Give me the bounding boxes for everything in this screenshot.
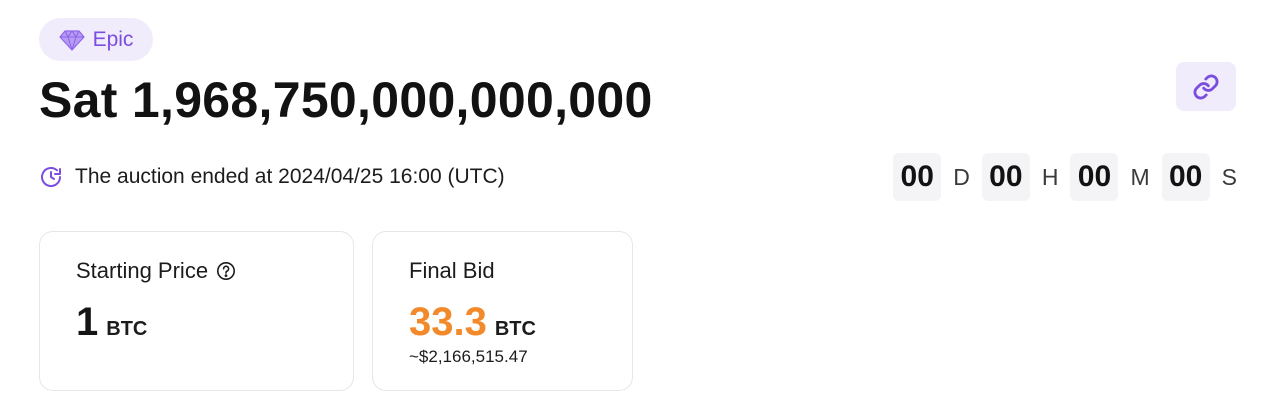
copy-link-button[interactable] [1176,62,1236,111]
countdown-minutes-unit: M [1130,163,1150,190]
countdown-seconds-unit: S [1221,163,1237,190]
clock-icon [39,165,63,189]
final-bid-usd: ~$2,166,515.47 [409,347,528,366]
link-icon [1192,73,1220,101]
countdown-days: 00 [893,153,942,201]
starting-price-label-row: Starting Price [76,258,236,284]
starting-price-card: Starting Price 1 BTC [39,231,354,391]
starting-price-value-row: 1 BTC [76,300,147,345]
rarity-label: Epic [92,27,134,51]
help-icon[interactable] [216,261,236,281]
page-title: Sat 1,968,750,000,000,000 [39,72,653,128]
countdown-minutes: 00 [1070,153,1119,201]
final-bid-value-row: 33.3 BTC [409,300,536,345]
starting-price-unit: BTC [106,318,148,340]
diamond-icon [58,29,85,51]
auction-ended-text: The auction ended at 2024/04/25 16:00 (U… [75,165,505,188]
rarity-badge: Epic [39,18,153,61]
final-bid-unit: BTC [494,318,536,340]
countdown-hours: 00 [981,153,1030,201]
countdown-seconds: 00 [1161,153,1210,201]
final-bid-card: Final Bid 33.3 BTC ~$2,166,515.47 [372,231,633,391]
starting-price-label: Starting Price [76,258,209,283]
starting-price-value: 1 [76,300,99,344]
countdown-days-unit: D [953,163,970,190]
final-bid-value: 33.3 [409,300,487,344]
countdown-timer: 00 D 00 H 00 M 00 S [893,153,1237,201]
auction-status: The auction ended at 2024/04/25 16:00 (U… [39,162,505,192]
countdown-hours-unit: H [1041,163,1059,190]
final-bid-label: Final Bid [409,258,495,283]
